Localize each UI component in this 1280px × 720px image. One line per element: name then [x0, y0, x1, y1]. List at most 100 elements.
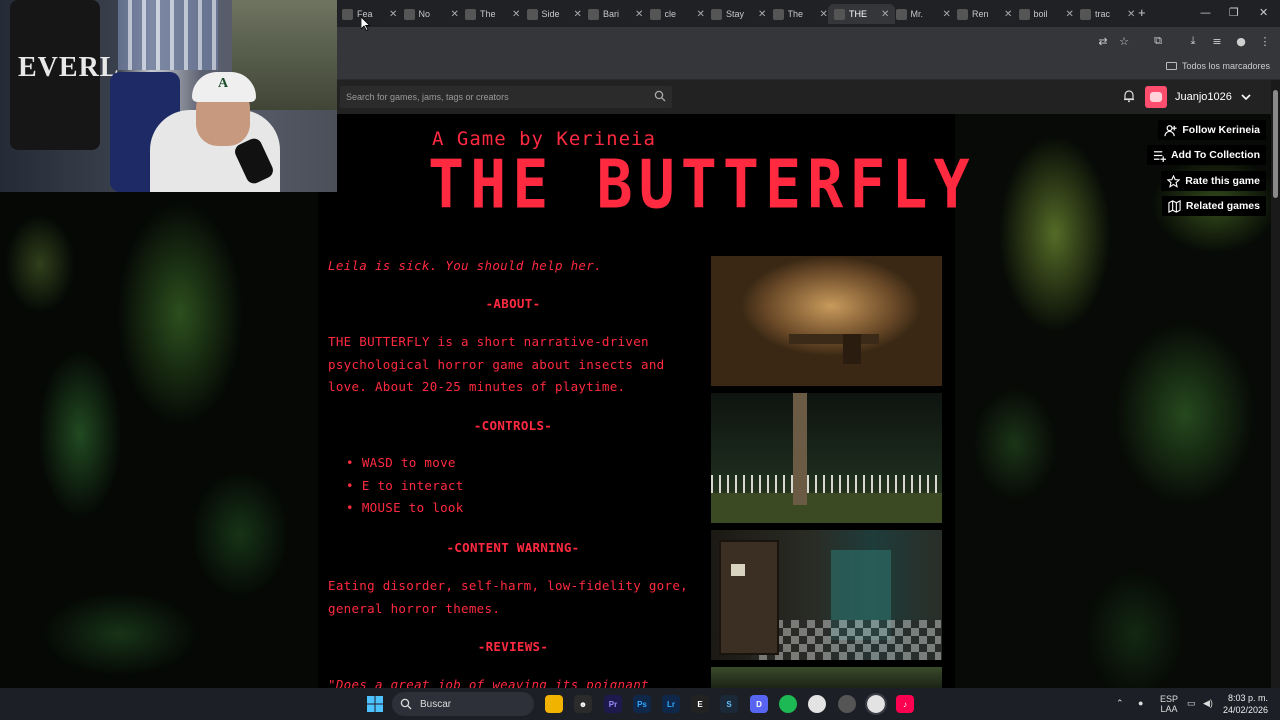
screenshot-hallway[interactable]	[711, 530, 942, 660]
browser-tab[interactable]: The ✕	[772, 4, 828, 24]
close-tab-icon[interactable]: ✕	[943, 9, 951, 20]
reviews-heading: -REVIEWS-	[477, 639, 549, 654]
tab-label: No	[418, 9, 431, 19]
related-games-button[interactable]: Related games	[1161, 196, 1266, 216]
browser-tab[interactable]: No ✕	[403, 4, 459, 24]
discord-icon[interactable]: D	[750, 695, 768, 713]
site-search	[340, 86, 672, 108]
game-tagline: Leila is sick. You should help her.	[328, 258, 602, 273]
downloads-icon[interactable]: ⤓	[1185, 33, 1201, 49]
spotify-icon[interactable]	[779, 695, 797, 713]
browser-tab[interactable]: THE ✕	[828, 4, 896, 24]
close-tab-icon[interactable]: ✕	[451, 9, 459, 20]
tray-expand-icon[interactable]: ⌃	[1116, 698, 1124, 709]
translate-icon[interactable]: ⇄	[1095, 33, 1111, 49]
ghost-app-icon[interactable]: ☻	[574, 695, 592, 713]
screenshot-room[interactable]	[711, 256, 942, 386]
maximize-button[interactable]: ❐	[1229, 6, 1239, 19]
clock-date: 24/02/2026	[1222, 705, 1268, 715]
browser-tab[interactable]: Ren ✕	[957, 4, 1012, 24]
browser-tab[interactable]: Stay ✕	[711, 4, 766, 24]
lightroom-icon[interactable]: Lr	[662, 695, 680, 713]
close-tab-icon[interactable]: ✕	[820, 9, 828, 20]
notifications-bell-icon[interactable]	[1122, 89, 1136, 103]
browser-tab[interactable]: Bari ✕	[588, 4, 643, 24]
close-tab-icon[interactable]: ✕	[758, 9, 766, 20]
screenshot-partial[interactable]	[711, 667, 942, 688]
chrome-active-icon[interactable]	[865, 693, 887, 715]
windows-start-icon[interactable]	[366, 695, 384, 713]
controls-heading: -CONTROLS-	[473, 418, 553, 433]
close-tab-icon[interactable]: ✕	[574, 9, 582, 20]
rate-game-button[interactable]: Rate this game	[1161, 171, 1266, 191]
user-menu[interactable]: Juanjo1026	[1145, 86, 1252, 108]
close-tab-icon[interactable]: ✕	[881, 9, 889, 20]
close-tab-icon[interactable]: ✕	[697, 9, 705, 20]
premiere-icon[interactable]: Pr	[604, 695, 622, 713]
close-tab-icon[interactable]: ✕	[389, 9, 397, 20]
close-tab-icon[interactable]: ✕	[1127, 9, 1135, 20]
paper-shape	[731, 564, 745, 576]
new-tab-button[interactable]: +	[1138, 5, 1146, 20]
photoshop-icon[interactable]: Ps	[633, 695, 651, 713]
browser-tab[interactable]: trac ✕	[1080, 4, 1135, 24]
star-icon	[1167, 174, 1181, 188]
game-title: THE BUTTERFLY	[428, 146, 976, 225]
close-window-button[interactable]: ✕	[1259, 6, 1268, 19]
favicon-icon	[465, 8, 476, 20]
browser-tab[interactable]: boil ✕	[1018, 4, 1074, 24]
minimize-button[interactable]: —	[1200, 6, 1211, 19]
extensions-icon[interactable]: ⧉	[1150, 33, 1166, 49]
about-text: THE BUTTERFLY is a short narrative-drive…	[328, 334, 665, 394]
punching-bag-brand: EVERL	[18, 52, 120, 83]
screenshot-tree[interactable]	[711, 393, 942, 523]
page-scrollbar[interactable]	[1271, 80, 1280, 688]
favicon-icon	[526, 8, 538, 20]
scrollbar-thumb[interactable]	[1273, 90, 1278, 198]
file-explorer-icon[interactable]	[545, 695, 563, 713]
favicon-icon	[649, 8, 661, 20]
all-bookmarks-button[interactable]: Todos los marcadores	[1165, 61, 1270, 71]
tab-label: The	[787, 9, 804, 19]
page-background-left	[0, 114, 318, 688]
add-to-collection-button[interactable]: Add To Collection	[1146, 145, 1266, 165]
browser-tab[interactable]: Mr. ✕	[895, 4, 951, 24]
menu-kebab-icon[interactable]: ⋮	[1257, 33, 1273, 49]
shelf-with-figures	[118, 0, 218, 70]
search-input[interactable]	[346, 90, 636, 104]
bookmark-star-icon[interactable]: ☆	[1116, 33, 1132, 49]
favicon-icon	[895, 8, 907, 20]
favicon-icon	[772, 8, 784, 20]
taskbar-search[interactable]: Buscar	[392, 692, 534, 716]
browser-tab[interactable]: The ✕	[465, 4, 520, 24]
search-icon[interactable]	[654, 90, 666, 102]
monitor-icon[interactable]: ▭	[1187, 698, 1196, 709]
language-code: ESP	[1160, 694, 1179, 704]
system-clock[interactable]: 8:03 p. m. 24/02/2026	[1196, 692, 1268, 716]
tiktok-icon[interactable]: ♪	[896, 695, 914, 713]
rate-label: Rate this game	[1185, 175, 1260, 187]
close-tab-icon[interactable]: ✕	[512, 9, 520, 20]
language-indicator[interactable]: ESP LAA	[1160, 694, 1178, 714]
close-tab-icon[interactable]: ✕	[635, 9, 643, 20]
chrome-icon[interactable]	[808, 695, 826, 713]
desk-shape	[789, 334, 879, 344]
map-icon	[1168, 199, 1181, 213]
tab-label: The	[480, 9, 496, 19]
favicon-icon	[834, 8, 845, 20]
chrome-profile-icon[interactable]	[838, 695, 856, 713]
close-tab-icon[interactable]: ✕	[1004, 9, 1012, 20]
favicon-icon	[342, 8, 353, 20]
browser-tab[interactable]: cle ✕	[649, 4, 705, 24]
favicon-icon	[403, 8, 415, 20]
favicon-icon	[711, 8, 722, 20]
microphone-icon[interactable]: ●	[1138, 698, 1143, 708]
close-tab-icon[interactable]: ✕	[1066, 9, 1074, 20]
profile-icon[interactable]: ●	[1233, 33, 1249, 49]
epic-games-icon[interactable]: E	[691, 695, 709, 713]
tab-label: THE	[849, 9, 867, 19]
browser-tab[interactable]: Side ✕	[526, 4, 582, 24]
reading-list-icon[interactable]: ≡	[1209, 33, 1225, 49]
follow-creator-button[interactable]: Follow Kerineia	[1158, 120, 1266, 140]
steam-icon[interactable]: S	[720, 695, 738, 713]
